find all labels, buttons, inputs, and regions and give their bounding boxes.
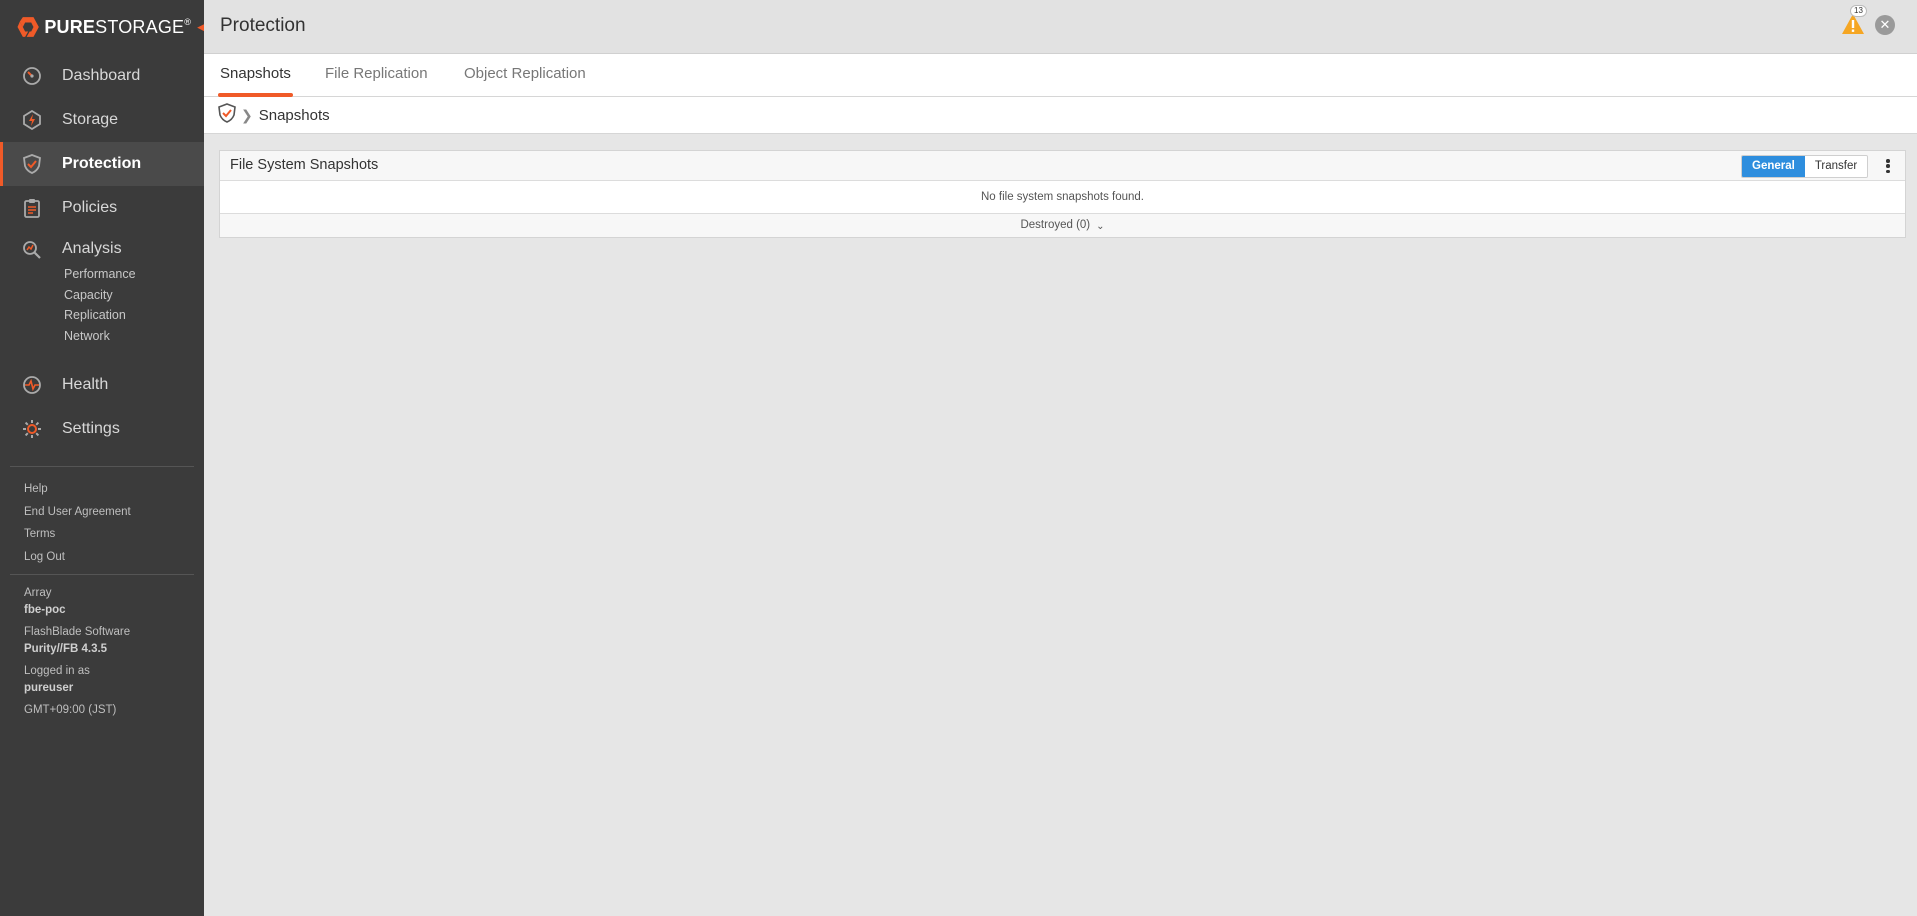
array-value: fbe-poc — [24, 604, 66, 616]
panel-title: File System Snapshots — [230, 157, 379, 173]
logged-in-label: Logged in as — [24, 665, 90, 677]
more-options-icon[interactable] — [1882, 157, 1894, 175]
analysis-subnav: Performance Capacity Replication Network — [0, 264, 204, 346]
help-link[interactable]: Help — [24, 478, 204, 501]
pure-storage-logo-icon — [17, 17, 39, 37]
tab-file-replication[interactable]: File Replication — [325, 54, 428, 97]
destroyed-label: Destroyed (0) — [1020, 219, 1091, 231]
breadcrumb: ❯ Snapshots — [204, 97, 1917, 134]
tab-object-replication[interactable]: Object Replication — [464, 54, 586, 97]
end-user-agreement-link[interactable]: End User Agreement — [24, 501, 204, 524]
page-title: Protection — [220, 15, 306, 36]
tab-bar: Snapshots File Replication Object Replic… — [204, 54, 1917, 97]
empty-state-message: No file system snapshots found. — [220, 181, 1905, 214]
subnav-item-network[interactable]: Network — [64, 326, 204, 347]
sidebar-item-protection[interactable]: Protection — [0, 142, 204, 186]
brand-logo[interactable]: PURESTORAGE® ◀ — [0, 0, 204, 54]
timezone: GMT+09:00 (JST) — [24, 704, 117, 716]
collapse-sidebar-icon[interactable]: ◀ — [197, 22, 204, 33]
alerts-button[interactable]: 13 — [1840, 5, 1867, 38]
sidebar-item-label: Dashboard — [62, 67, 141, 84]
analysis-magnifier-icon — [22, 240, 42, 260]
subnav-item-replication[interactable]: Replication — [64, 305, 204, 326]
tab-snapshots[interactable]: Snapshots — [218, 54, 293, 97]
settings-gear-icon — [22, 419, 42, 439]
health-pulse-icon — [22, 375, 42, 395]
logged-in-user: pureuser — [24, 682, 74, 694]
sidebar-item-label: Policies — [62, 199, 118, 216]
system-info: Array fbe-poc FlashBlade Software Purity… — [0, 575, 204, 719]
software-label: FlashBlade Software — [24, 626, 131, 638]
sidebar: PURESTORAGE® ◀ Dashboard Storage Protect… — [0, 0, 204, 916]
terms-link[interactable]: Terms — [24, 523, 204, 546]
sidebar-item-settings[interactable]: Settings — [0, 407, 204, 451]
sidebar-item-policies[interactable]: Policies — [0, 186, 204, 230]
general-toggle-button[interactable]: General — [1742, 156, 1805, 177]
close-icon[interactable]: ✕ — [1875, 15, 1895, 35]
transfer-toggle-button[interactable]: Transfer — [1804, 156, 1868, 177]
subnav-item-capacity[interactable]: Capacity — [64, 285, 204, 306]
chevron-right-icon: ❯ — [241, 106, 253, 123]
alert-count-badge: 13 — [1850, 5, 1867, 17]
view-toggle: General Transfer — [1741, 155, 1869, 178]
sidebar-item-label: Health — [62, 376, 109, 393]
storage-icon — [22, 110, 42, 130]
protection-shield-icon[interactable] — [217, 102, 237, 128]
policies-clipboard-icon — [22, 198, 42, 218]
sidebar-item-storage[interactable]: Storage — [0, 98, 204, 142]
breadcrumb-current: Snapshots — [258, 106, 330, 124]
sidebar-item-label: Analysis — [62, 240, 122, 257]
sidebar-item-health[interactable]: Health — [0, 363, 204, 407]
sidebar-item-label: Protection — [62, 155, 142, 172]
protection-shield-icon — [22, 154, 42, 174]
sidebar-item-label: Storage — [62, 111, 119, 128]
destroyed-toggle[interactable]: Destroyed (0) ⌄ — [220, 214, 1905, 237]
log-out-link[interactable]: Log Out — [24, 546, 204, 569]
page-header: Protection 13 ✕ — [204, 0, 1917, 54]
chevron-down-icon: ⌄ — [1096, 221, 1105, 232]
software-value: Purity//FB 4.3.5 — [24, 643, 108, 655]
subnav-item-performance[interactable]: Performance — [64, 264, 204, 285]
sidebar-item-label: Settings — [62, 420, 120, 437]
sidebar-item-dashboard[interactable]: Dashboard — [0, 54, 204, 98]
brand-wordmark: PURESTORAGE® — [44, 16, 192, 37]
sidebar-links: Help End User Agreement Terms Log Out — [0, 467, 204, 574]
file-system-snapshots-panel: File System Snapshots General Transfer N… — [219, 150, 1906, 238]
array-label: Array — [24, 587, 52, 599]
dashboard-icon — [22, 66, 42, 86]
sidebar-item-analysis[interactable]: Analysis — [0, 230, 204, 264]
panel-header: File System Snapshots General Transfer — [220, 151, 1905, 181]
